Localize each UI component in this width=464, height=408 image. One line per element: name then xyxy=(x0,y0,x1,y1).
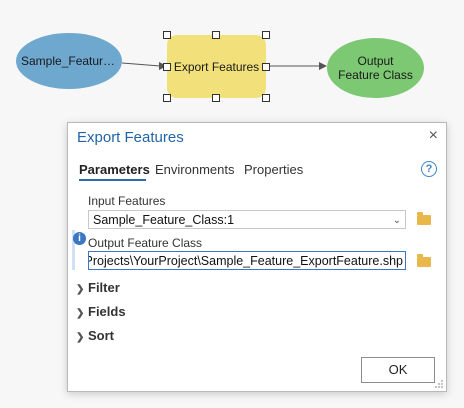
output-feature-class-value: GIS\Projects\YourProject\Sample_Feature_… xyxy=(88,254,403,268)
section-sort[interactable]: ❯ Sort xyxy=(76,328,114,343)
output-data-node[interactable]: Output Feature Class xyxy=(327,38,424,98)
browse-folder-icon[interactable] xyxy=(417,212,431,225)
active-tab-indicator xyxy=(79,179,146,181)
output-data-node-label: Output Feature Class xyxy=(338,54,413,82)
ok-button[interactable]: OK xyxy=(361,357,435,383)
selection-handle-bottom-left[interactable] xyxy=(163,94,171,102)
chevron-right-icon: ❯ xyxy=(76,284,85,295)
export-features-tool-node[interactable]: Export Features xyxy=(167,35,266,98)
section-fields[interactable]: ❯ Fields xyxy=(76,304,126,319)
browse-output-folder-icon[interactable] xyxy=(417,254,431,267)
selection-handle-mid-right[interactable] xyxy=(262,63,270,71)
export-features-dialog: Export Features × Parameters Environment… xyxy=(67,122,447,392)
resize-grip-icon[interactable] xyxy=(434,379,444,389)
selection-handle-top-mid[interactable] xyxy=(212,31,220,39)
selection-handle-bottom-mid[interactable] xyxy=(212,94,220,102)
chevron-right-icon: ❯ xyxy=(76,308,85,319)
chevron-down-icon[interactable]: ⌄ xyxy=(393,211,401,228)
help-icon[interactable]: ? xyxy=(421,161,437,177)
output-feature-class-label: Output Feature Class xyxy=(88,236,203,250)
input-features-value: Sample_Feature_Class:1 xyxy=(93,213,235,227)
input-data-node-label: Sample_Feature_Class xyxy=(21,54,117,68)
section-fields-label: Fields xyxy=(88,304,126,319)
close-icon[interactable]: × xyxy=(429,128,438,144)
chevron-right-icon: ❯ xyxy=(76,332,85,343)
section-filter-label: Filter xyxy=(88,280,120,295)
input-features-label: Input Features xyxy=(88,194,166,208)
selection-handle-bottom-right[interactable] xyxy=(262,94,270,102)
selection-handle-top-left[interactable] xyxy=(163,31,171,39)
input-features-dropdown[interactable]: Sample_Feature_Class:1 ⌄ xyxy=(88,210,406,229)
selection-handle-mid-left[interactable] xyxy=(163,63,171,71)
tool-node-label: Export Features xyxy=(173,59,260,74)
output-feature-class-field[interactable]: GIS\Projects\YourProject\Sample_Feature_… xyxy=(88,251,406,270)
selection-handle-top-right[interactable] xyxy=(262,31,270,39)
tab-parameters[interactable]: Parameters xyxy=(79,162,150,177)
info-icon[interactable]: i xyxy=(73,232,86,245)
input-data-node[interactable]: Sample_Feature_Class xyxy=(16,33,122,89)
tab-environments[interactable]: Environments xyxy=(155,162,234,177)
tab-properties[interactable]: Properties xyxy=(244,162,303,177)
dialog-title: Export Features xyxy=(77,129,184,146)
section-sort-label: Sort xyxy=(88,328,114,343)
section-filter[interactable]: ❯ Filter xyxy=(76,280,120,295)
